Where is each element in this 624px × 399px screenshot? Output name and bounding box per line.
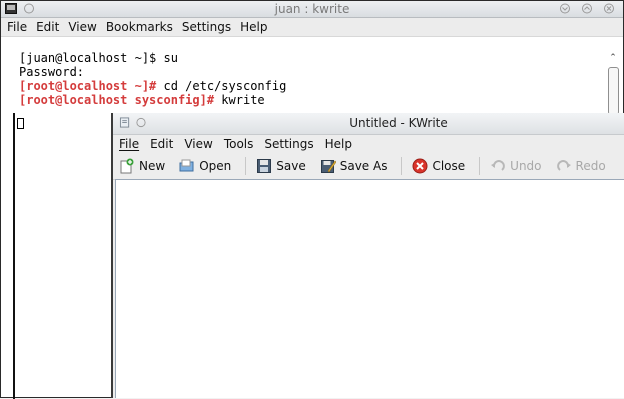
open-folder-icon bbox=[179, 159, 194, 172]
save-as-icon bbox=[320, 160, 336, 173]
text-editor-area[interactable] bbox=[115, 179, 624, 398]
maximize-icon[interactable] bbox=[581, 3, 593, 14]
close-label: Close bbox=[432, 159, 466, 173]
redo-button[interactable]: Redo bbox=[556, 158, 606, 174]
save-button[interactable]: Save bbox=[256, 158, 306, 174]
open-label: Open bbox=[199, 159, 232, 173]
terminal-menubar: File Edit View Bookmarks Settings Help bbox=[1, 18, 623, 37]
toolbar-separator bbox=[479, 157, 481, 175]
new-label: New bbox=[139, 159, 166, 173]
terminal-titlebar: juan : kwrite bbox=[1, 1, 623, 18]
undo-button[interactable]: Undo bbox=[490, 158, 542, 174]
console-line: [root@localhost ~]# cd /etc/sysconfig bbox=[19, 79, 286, 93]
terminal-menu-file[interactable]: File bbox=[7, 20, 27, 34]
undo-icon bbox=[491, 160, 506, 171]
terminal-title: juan : kwrite bbox=[274, 2, 350, 16]
terminal-menu-edit[interactable]: Edit bbox=[36, 20, 59, 34]
kwrite-titlebar: Untitled - KWrite bbox=[113, 113, 624, 135]
console-prompt: Password: bbox=[19, 65, 85, 79]
save-label: Save bbox=[276, 159, 306, 173]
kwrite-menu-settings[interactable]: Settings bbox=[264, 137, 313, 151]
console-line: Password: bbox=[19, 65, 286, 79]
kwrite-window: Untitled - KWrite File Edit View Tools S… bbox=[111, 113, 624, 398]
save-as-button[interactable]: Save As bbox=[320, 158, 388, 174]
kwrite-menu-edit[interactable]: Edit bbox=[150, 137, 173, 151]
redo-label: Redo bbox=[575, 159, 606, 173]
terminal-menu-settings[interactable]: Settings bbox=[182, 20, 231, 34]
save-as-label: Save As bbox=[339, 159, 388, 173]
console-line: [juan@localhost ~]$ su bbox=[19, 51, 286, 65]
toolbar-separator bbox=[401, 157, 403, 175]
text-cursor bbox=[17, 118, 24, 129]
toolbar-separator bbox=[245, 157, 247, 175]
close-document-icon bbox=[412, 158, 428, 174]
close-icon[interactable] bbox=[603, 3, 615, 14]
console-command: su bbox=[156, 51, 178, 65]
console-command: cd /etc/sysconfig bbox=[156, 79, 287, 93]
minimize-icon[interactable] bbox=[559, 3, 571, 14]
terminal-menu-help[interactable]: Help bbox=[240, 20, 267, 34]
scroll-thumb[interactable] bbox=[608, 67, 619, 115]
kwrite-menu-file[interactable]: File bbox=[119, 137, 139, 151]
kwrite-menubar: File Edit View Tools Settings Help bbox=[113, 135, 624, 153]
terminal-menu-bookmarks[interactable]: Bookmarks bbox=[106, 20, 173, 34]
kwrite-menu-view[interactable]: View bbox=[184, 137, 212, 151]
undo-label: Undo bbox=[510, 159, 542, 173]
console-prompt: [root@localhost ~]# bbox=[19, 79, 157, 93]
console-line: [root@localhost sysconfig]# kwrite bbox=[19, 93, 286, 107]
console-prompt: [juan@localhost ~]$ bbox=[19, 51, 157, 65]
new-button[interactable]: New bbox=[119, 158, 165, 174]
open-button[interactable]: Open bbox=[179, 158, 231, 174]
kwrite-toolbar: New Open Save Save As Close Undo Redo bbox=[113, 153, 624, 180]
kwrite-menu-help[interactable]: Help bbox=[325, 137, 352, 151]
kwrite-menu-tools[interactable]: Tools bbox=[224, 137, 254, 151]
terminal-menu-view[interactable]: View bbox=[68, 20, 96, 34]
close-document-button[interactable]: Close bbox=[412, 158, 465, 174]
kwrite-title: Untitled - KWrite bbox=[349, 116, 448, 130]
scroll-up-icon[interactable]: ⌃ bbox=[608, 53, 618, 63]
save-icon bbox=[257, 159, 272, 173]
window-edge bbox=[13, 113, 15, 399]
redo-icon bbox=[556, 160, 571, 171]
new-document-icon bbox=[120, 158, 134, 174]
console-command: kwrite bbox=[214, 93, 265, 107]
console-prompt: [root@localhost sysconfig]# bbox=[19, 93, 215, 107]
